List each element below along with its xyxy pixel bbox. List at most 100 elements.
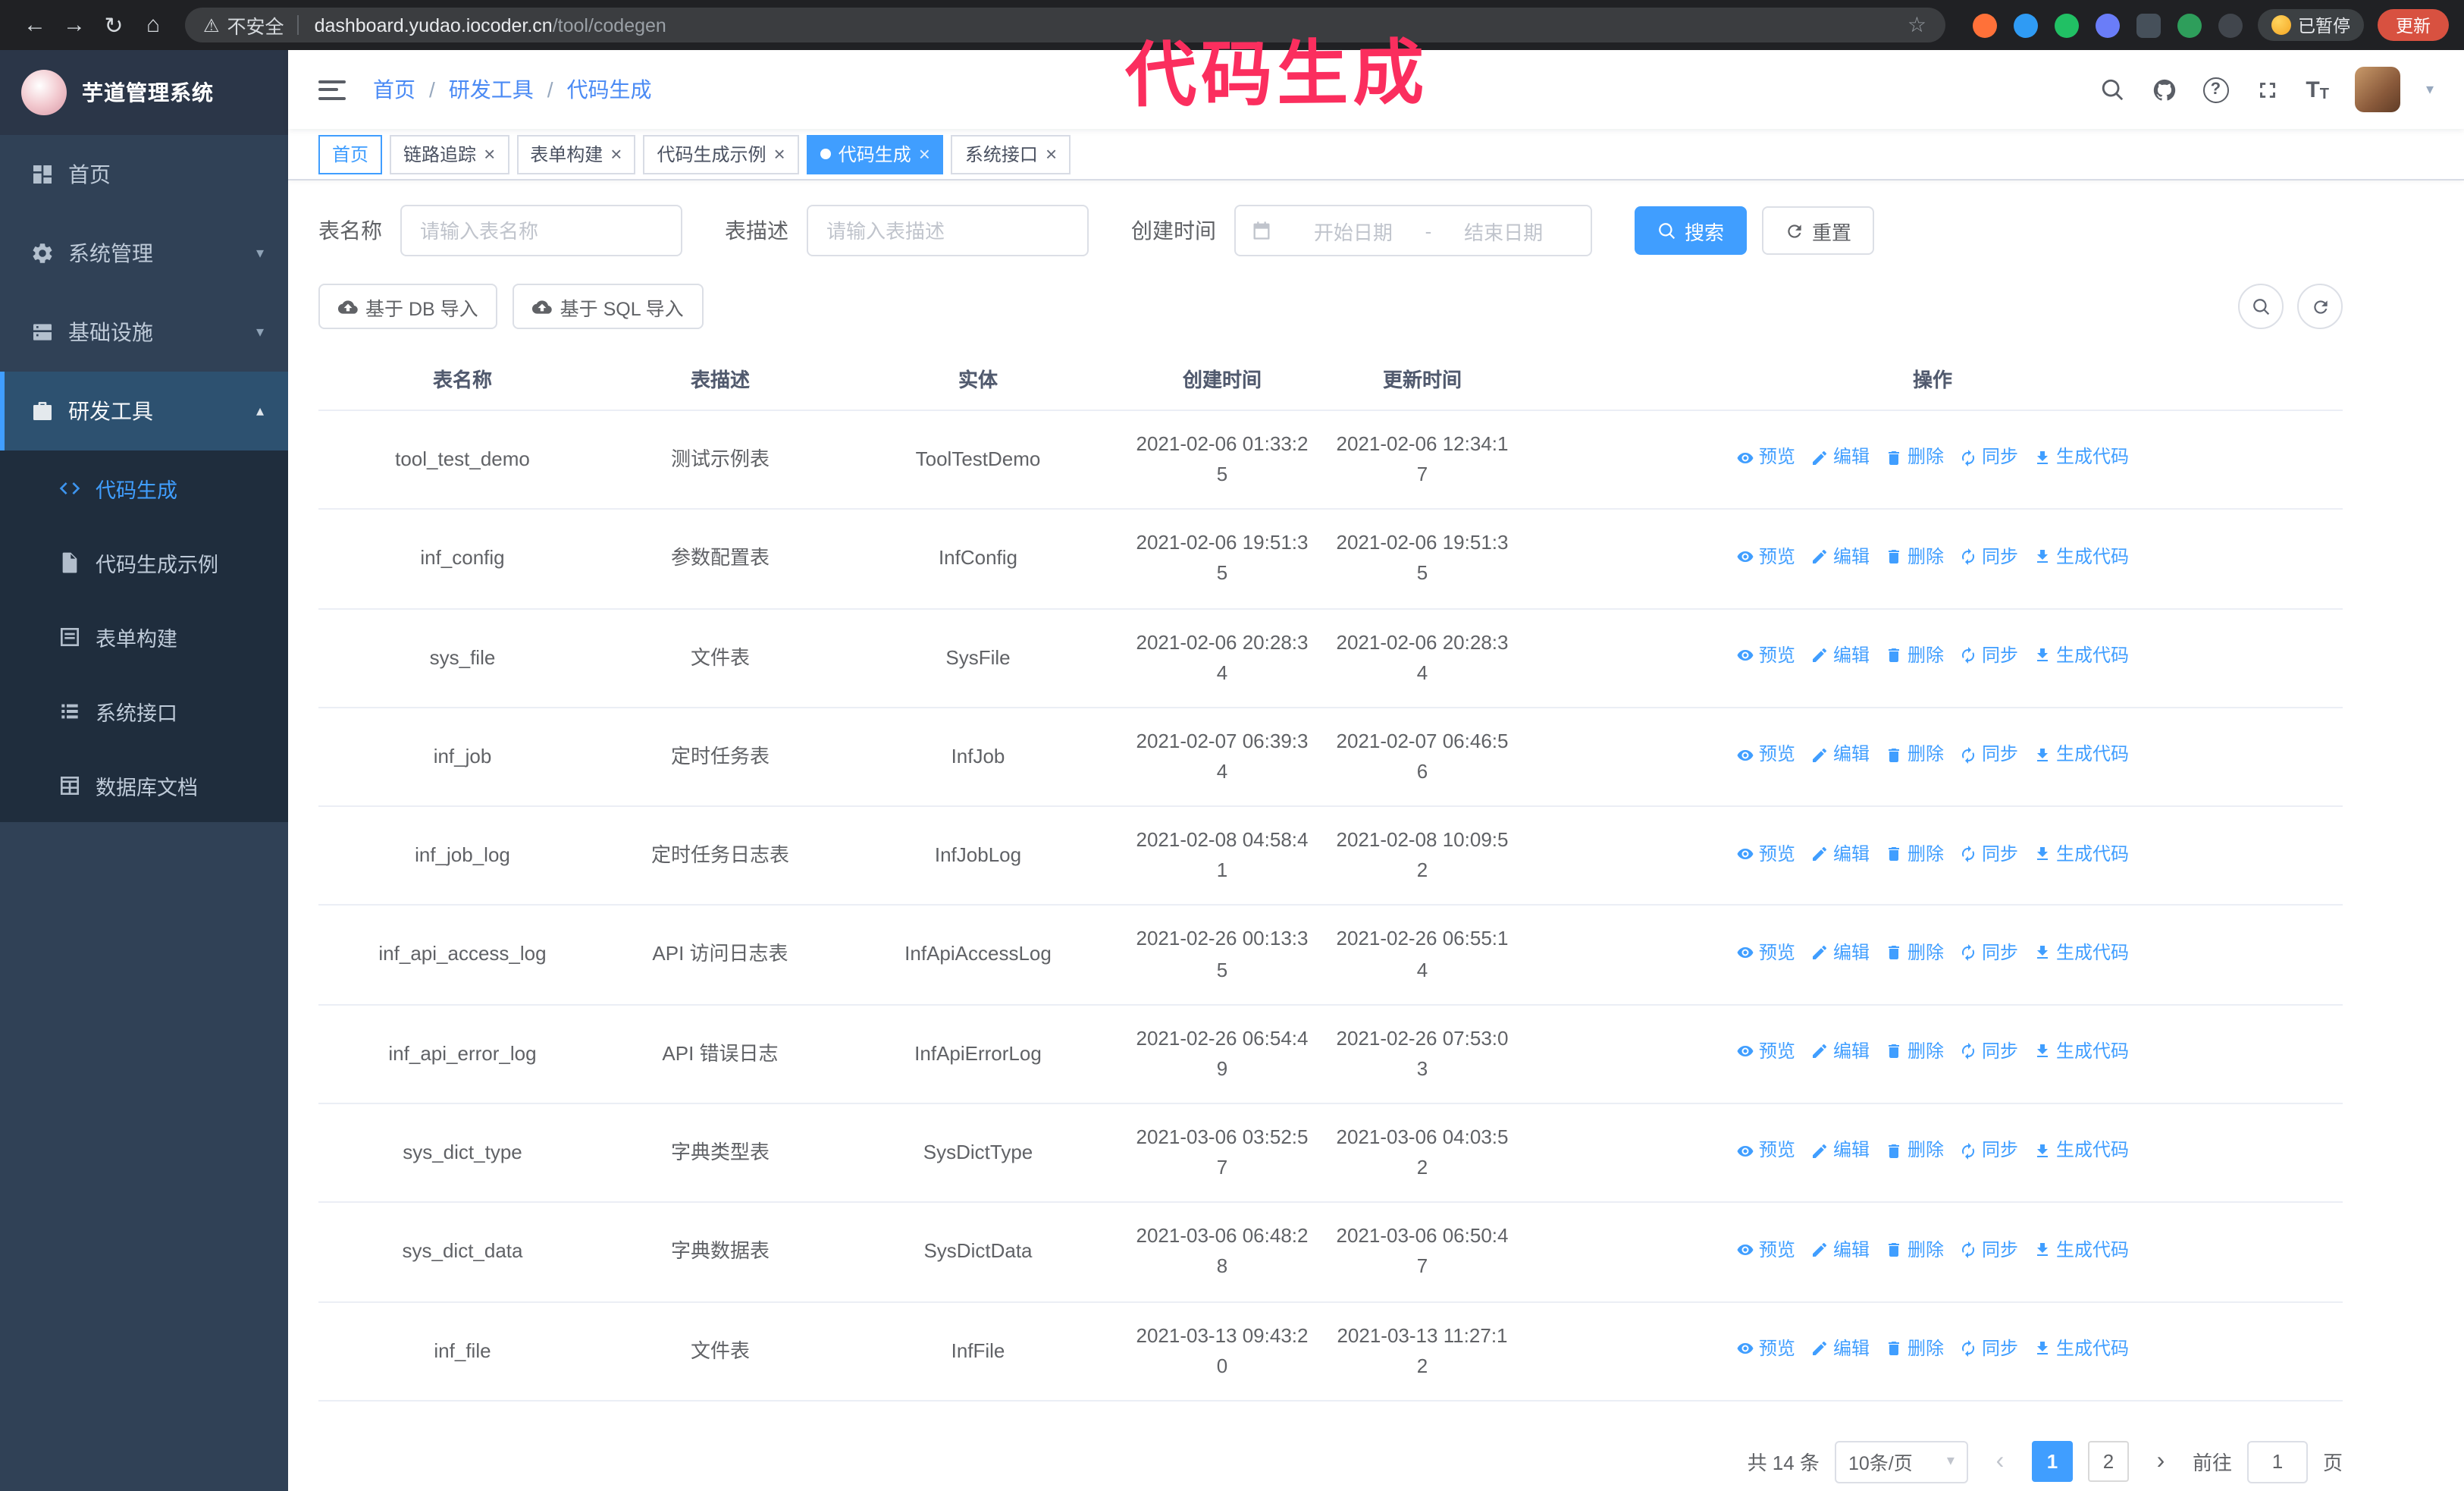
- sync-link[interactable]: 同步: [1959, 939, 2018, 967]
- generate-code-link[interactable]: 生成代码: [2033, 1037, 2129, 1066]
- tab-form-builder[interactable]: 表单构建 ×: [516, 134, 636, 174]
- bookmark-star-icon[interactable]: ☆: [1908, 12, 1926, 38]
- browser-forward-button[interactable]: →: [55, 5, 94, 45]
- fullscreen-icon[interactable]: [2254, 77, 2280, 102]
- edit-link[interactable]: 编辑: [1810, 939, 1870, 967]
- generate-code-link[interactable]: 生成代码: [2033, 840, 2129, 868]
- app-logo[interactable]: 芋道管理系统: [0, 50, 288, 135]
- sidebar-item-form-builder[interactable]: 表单构建: [0, 599, 288, 673]
- generate-code-link[interactable]: 生成代码: [2033, 1335, 2129, 1363]
- extension-icon[interactable]: [2054, 13, 2078, 37]
- toggle-search-button[interactable]: [2238, 284, 2284, 329]
- edit-link[interactable]: 编辑: [1810, 1037, 1870, 1066]
- preview-link[interactable]: 预览: [1736, 840, 1795, 868]
- close-icon[interactable]: ×: [919, 144, 930, 164]
- preview-link[interactable]: 预览: [1736, 1137, 1795, 1165]
- help-icon[interactable]: ?: [2202, 77, 2229, 102]
- close-icon[interactable]: ×: [1045, 144, 1057, 164]
- browser-home-button[interactable]: ⌂: [133, 5, 173, 45]
- address-bar[interactable]: ⚠ 不安全 dashboard.yudao.iocoder.cn /tool/c…: [185, 8, 1945, 42]
- close-icon[interactable]: ×: [610, 144, 622, 164]
- sync-link[interactable]: 同步: [1959, 542, 2018, 570]
- browser-back-button[interactable]: ←: [15, 5, 55, 45]
- user-avatar[interactable]: [2354, 67, 2400, 112]
- delete-link[interactable]: 删除: [1885, 1235, 1944, 1263]
- sync-link[interactable]: 同步: [1959, 1235, 2018, 1263]
- extension-icon[interactable]: [1972, 13, 1996, 37]
- browser-reload-button[interactable]: ↻: [94, 5, 133, 45]
- preview-link[interactable]: 预览: [1736, 444, 1795, 472]
- sync-link[interactable]: 同步: [1959, 1137, 2018, 1165]
- sidebar-item-system-management[interactable]: 系统管理 ▾: [0, 214, 288, 293]
- preview-link[interactable]: 预览: [1736, 1235, 1795, 1263]
- breadcrumb-item[interactable]: 研发工具: [449, 74, 534, 105]
- prev-page-button[interactable]: ‹: [1983, 1449, 2017, 1476]
- preview-link[interactable]: 预览: [1736, 939, 1795, 967]
- search-icon[interactable]: [2099, 77, 2125, 102]
- generate-code-link[interactable]: 生成代码: [2033, 444, 2129, 472]
- sidebar-item-home[interactable]: 首页: [0, 135, 288, 214]
- page-2-button[interactable]: 2: [2087, 1441, 2129, 1483]
- tab-home[interactable]: 首页: [318, 134, 383, 174]
- edit-link[interactable]: 编辑: [1810, 642, 1870, 670]
- close-icon[interactable]: ×: [484, 144, 495, 164]
- browser-update-button[interactable]: 更新: [2378, 9, 2449, 41]
- sidebar-item-system-api[interactable]: 系统接口: [0, 673, 288, 748]
- date-range-picker[interactable]: 开始日期 - 结束日期: [1234, 205, 1592, 256]
- font-size-icon[interactable]: TT: [2306, 77, 2329, 102]
- sidebar-item-codegen-example[interactable]: 代码生成示例: [0, 525, 288, 599]
- generate-code-link[interactable]: 生成代码: [2033, 1235, 2129, 1263]
- tab-tracing[interactable]: 链路追踪 ×: [390, 134, 509, 174]
- sync-link[interactable]: 同步: [1959, 444, 2018, 472]
- extension-icon[interactable]: [2177, 13, 2201, 37]
- tab-codegen-example[interactable]: 代码生成示例 ×: [643, 134, 799, 174]
- import-db-button[interactable]: 基于 DB 导入: [318, 284, 498, 329]
- generate-code-link[interactable]: 生成代码: [2033, 542, 2129, 570]
- sync-link[interactable]: 同步: [1959, 1335, 2018, 1363]
- preview-link[interactable]: 预览: [1736, 741, 1795, 769]
- delete-link[interactable]: 删除: [1885, 741, 1944, 769]
- preview-link[interactable]: 预览: [1736, 1037, 1795, 1066]
- breadcrumb-item[interactable]: 首页: [373, 74, 415, 105]
- table-name-input[interactable]: [400, 205, 682, 256]
- sync-link[interactable]: 同步: [1959, 642, 2018, 670]
- delete-link[interactable]: 删除: [1885, 939, 1944, 967]
- import-sql-button[interactable]: 基于 SQL 导入: [513, 284, 704, 329]
- sync-link[interactable]: 同步: [1959, 1037, 2018, 1066]
- page-1-button[interactable]: 1: [2031, 1441, 2073, 1483]
- extension-icon[interactable]: [2136, 13, 2160, 37]
- table-desc-input[interactable]: [807, 205, 1089, 256]
- paused-badge[interactable]: 已暂停: [2257, 9, 2364, 41]
- sync-link[interactable]: 同步: [1959, 840, 2018, 868]
- delete-link[interactable]: 删除: [1885, 444, 1944, 472]
- delete-link[interactable]: 删除: [1885, 1037, 1944, 1066]
- delete-link[interactable]: 删除: [1885, 1137, 1944, 1165]
- delete-link[interactable]: 删除: [1885, 642, 1944, 670]
- extension-icon[interactable]: [2218, 13, 2242, 37]
- github-icon[interactable]: [2151, 77, 2177, 102]
- sidebar-item-db-docs[interactable]: 数据库文档: [0, 748, 288, 822]
- preview-link[interactable]: 预览: [1736, 1335, 1795, 1363]
- delete-link[interactable]: 删除: [1885, 840, 1944, 868]
- next-page-button[interactable]: ›: [2144, 1449, 2177, 1476]
- generate-code-link[interactable]: 生成代码: [2033, 939, 2129, 967]
- preview-link[interactable]: 预览: [1736, 542, 1795, 570]
- refresh-table-button[interactable]: [2297, 284, 2343, 329]
- edit-link[interactable]: 编辑: [1810, 1137, 1870, 1165]
- page-size-select[interactable]: 10条/页 ▾: [1834, 1440, 1968, 1483]
- tab-system-api[interactable]: 系统接口 ×: [951, 134, 1071, 174]
- edit-link[interactable]: 编辑: [1810, 1335, 1870, 1363]
- close-icon[interactable]: ×: [774, 144, 785, 164]
- sidebar-item-infrastructure[interactable]: 基础设施 ▾: [0, 293, 288, 372]
- sidebar-item-codegen[interactable]: 代码生成: [0, 450, 288, 525]
- generate-code-link[interactable]: 生成代码: [2033, 1137, 2129, 1165]
- sidebar-item-dev-tools[interactable]: 研发工具 ▴: [0, 372, 288, 450]
- preview-link[interactable]: 预览: [1736, 642, 1795, 670]
- sidebar-toggle-icon[interactable]: [318, 80, 346, 99]
- edit-link[interactable]: 编辑: [1810, 444, 1870, 472]
- edit-link[interactable]: 编辑: [1810, 542, 1870, 570]
- extension-icon[interactable]: [2095, 13, 2119, 37]
- extension-icon[interactable]: [2013, 13, 2037, 37]
- generate-code-link[interactable]: 生成代码: [2033, 741, 2129, 769]
- delete-link[interactable]: 删除: [1885, 1335, 1944, 1363]
